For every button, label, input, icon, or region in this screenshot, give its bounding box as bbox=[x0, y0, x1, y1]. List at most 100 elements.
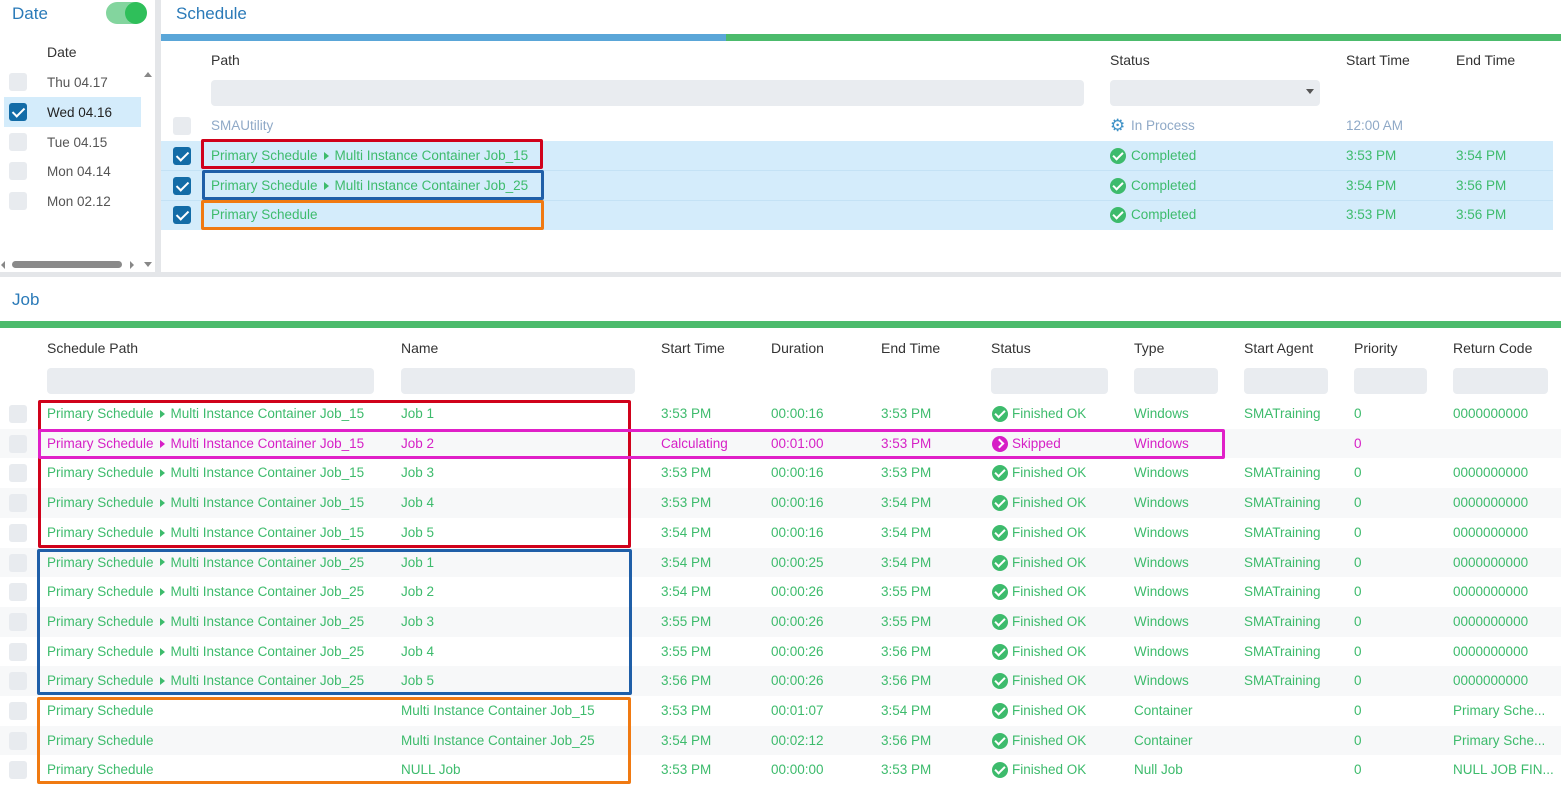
job-row-type: Windows bbox=[1134, 524, 1189, 540]
job-row-type: Windows bbox=[1134, 673, 1189, 689]
job-row-checkbox[interactable] bbox=[9, 523, 27, 542]
job-row-priority: 0 bbox=[1354, 435, 1362, 451]
schedule-col-end[interactable]: End Time bbox=[1456, 51, 1515, 69]
job-row-checkbox[interactable] bbox=[9, 494, 27, 513]
job-row-priority: 0 bbox=[1354, 732, 1362, 748]
highlight-box-orange bbox=[201, 200, 544, 230]
job-row-rc: 0000000000 bbox=[1453, 613, 1529, 629]
job-schedule-path-filter[interactable] bbox=[47, 368, 374, 394]
job-row-end: 3:55 PM bbox=[881, 613, 932, 629]
job-status-filter[interactable] bbox=[991, 368, 1108, 394]
date-item-0[interactable]: Thu 04.17 bbox=[47, 74, 108, 92]
schedule-row-checkbox-1[interactable] bbox=[173, 147, 191, 165]
job-return-code-filter[interactable] bbox=[1453, 368, 1548, 394]
job-row-checkbox[interactable] bbox=[9, 731, 27, 750]
schedule-col-status[interactable]: Status bbox=[1110, 51, 1150, 69]
job-row-rc: 0000000000 bbox=[1453, 643, 1529, 659]
scroll-right-arrow-icon[interactable] bbox=[130, 261, 134, 269]
schedule-col-path[interactable]: Path bbox=[211, 51, 240, 69]
job-row-agent: SMATraining bbox=[1244, 584, 1321, 600]
schedule-row-checkbox-2[interactable] bbox=[173, 177, 191, 195]
check-circle-icon bbox=[1110, 178, 1126, 194]
job-row-type: Null Job bbox=[1134, 762, 1183, 778]
job-col-duration[interactable]: Duration bbox=[771, 339, 824, 357]
job-col-name[interactable]: Name bbox=[401, 339, 438, 357]
job-name-filter[interactable] bbox=[401, 368, 635, 394]
schedule-row-checkbox-0[interactable] bbox=[173, 117, 191, 135]
schedule-row-path-0[interactable]: SMAUtility bbox=[211, 117, 273, 135]
job-col-agent[interactable]: Start Agent bbox=[1244, 339, 1313, 357]
job-row-type: Windows bbox=[1134, 584, 1189, 600]
job-row-agent: SMATraining bbox=[1244, 613, 1321, 629]
highlight-box-blue bbox=[37, 549, 632, 695]
date-item-2[interactable]: Tue 04.15 bbox=[47, 134, 107, 152]
job-row-agent: SMATraining bbox=[1244, 495, 1321, 511]
job-agent-filter[interactable] bbox=[1244, 368, 1328, 394]
job-row-checkbox[interactable] bbox=[9, 702, 27, 720]
check-circle-icon bbox=[992, 406, 1008, 422]
job-row-rc: 0000000000 bbox=[1453, 554, 1529, 570]
job-col-start[interactable]: Start Time bbox=[661, 339, 725, 357]
date-item-1[interactable]: Wed 04.16 bbox=[47, 104, 112, 122]
schedule-row-status-1: Completed bbox=[1131, 148, 1197, 163]
job-row-end: 3:54 PM bbox=[881, 703, 932, 718]
scroll-left-arrow-icon[interactable] bbox=[1, 261, 5, 269]
check-circle-icon bbox=[992, 673, 1008, 690]
job-row-duration: 00:00:16 bbox=[771, 524, 824, 540]
date-checkbox-2[interactable] bbox=[9, 133, 27, 151]
job-priority-filter[interactable] bbox=[1354, 368, 1427, 394]
job-type-filter[interactable] bbox=[1134, 368, 1218, 394]
check-circle-icon bbox=[992, 703, 1008, 719]
job-col-priority[interactable]: Priority bbox=[1354, 339, 1398, 357]
job-row-type: Windows bbox=[1134, 613, 1189, 629]
job-row-start: 3:54 PM bbox=[661, 524, 712, 540]
schedule-row-status-2: Completed bbox=[1131, 178, 1197, 193]
highlight-box-blue bbox=[202, 170, 544, 200]
job-col-end[interactable]: End Time bbox=[881, 339, 940, 357]
job-row-checkbox[interactable] bbox=[9, 464, 27, 483]
horizontal-scrollbar-thumb[interactable] bbox=[12, 261, 122, 268]
date-item-4[interactable]: Mon 02.12 bbox=[47, 193, 111, 211]
date-checkbox-3[interactable] bbox=[9, 162, 27, 180]
job-row-checkbox[interactable] bbox=[9, 612, 27, 631]
scroll-up-arrow-icon[interactable] bbox=[144, 72, 152, 77]
highlight-box-orange bbox=[37, 697, 631, 784]
job-row-duration: 00:00:16 bbox=[771, 495, 824, 511]
scroll-down-arrow-icon[interactable] bbox=[144, 262, 152, 267]
job-col-schedule-path[interactable]: Schedule Path bbox=[47, 339, 138, 357]
job-col-status[interactable]: Status bbox=[991, 339, 1031, 357]
schedule-row-start-1: 3:53 PM bbox=[1346, 148, 1397, 163]
job-row-checkbox[interactable] bbox=[9, 761, 27, 780]
job-row-checkbox[interactable] bbox=[9, 434, 27, 453]
schedule-col-start[interactable]: Start Time bbox=[1346, 51, 1410, 69]
date-checkbox-1[interactable] bbox=[9, 103, 27, 121]
job-row-priority: 0 bbox=[1354, 584, 1362, 600]
job-row-checkbox[interactable] bbox=[9, 405, 27, 423]
schedule-row-start-3: 3:53 PM bbox=[1346, 207, 1397, 222]
job-col-type[interactable]: Type bbox=[1134, 339, 1164, 357]
job-row-duration: 00:02:12 bbox=[771, 732, 824, 748]
schedule-status-filter-select[interactable] bbox=[1110, 80, 1320, 106]
job-row-checkbox[interactable] bbox=[9, 553, 27, 572]
schedule-row-start-0: 12:00 AM bbox=[1346, 118, 1404, 133]
date-checkbox-0[interactable] bbox=[9, 73, 27, 91]
date-panel-title: Date bbox=[12, 4, 48, 23]
date-checkbox-4[interactable] bbox=[9, 192, 27, 210]
job-row-priority: 0 bbox=[1354, 495, 1362, 511]
job-row-agent: SMATraining bbox=[1244, 554, 1321, 570]
date-filter-toggle[interactable] bbox=[106, 2, 147, 24]
job-row-checkbox[interactable] bbox=[9, 642, 27, 661]
job-row-rc: 0000000000 bbox=[1453, 406, 1529, 421]
schedule-row-checkbox-3[interactable] bbox=[173, 206, 191, 224]
job-col-return-code[interactable]: Return Code bbox=[1453, 339, 1532, 357]
job-row-status: Finished OK bbox=[1012, 732, 1087, 748]
schedule-path-filter-input[interactable] bbox=[211, 80, 1084, 106]
schedule-row-status-0: In Process bbox=[1131, 118, 1195, 133]
date-item-3[interactable]: Mon 04.14 bbox=[47, 163, 111, 181]
job-row-type: Container bbox=[1134, 703, 1193, 718]
job-row-checkbox[interactable] bbox=[9, 583, 27, 602]
job-row-status: Finished OK bbox=[1012, 762, 1087, 778]
job-row-checkbox[interactable] bbox=[9, 672, 27, 691]
check-circle-icon bbox=[1110, 207, 1126, 223]
job-row-start: 3:53 PM bbox=[661, 495, 712, 511]
